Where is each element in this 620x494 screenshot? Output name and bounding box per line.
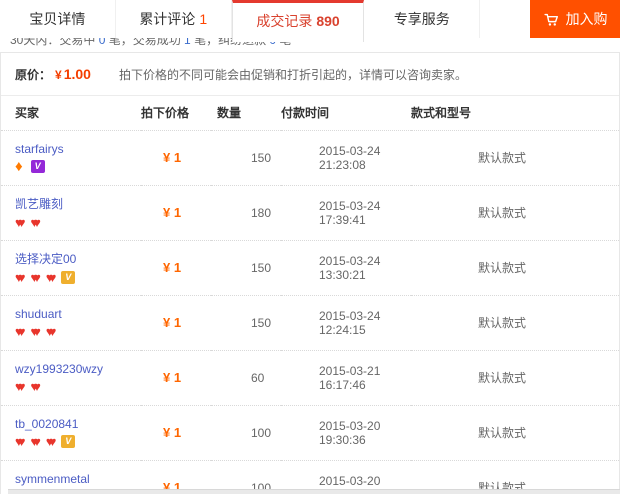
price-note: 拍下价格的不同可能会由促销和打折引起的，详情可以咨询卖家。 — [118, 68, 467, 82]
deal-quantity: 150 — [251, 260, 272, 275]
double-heart-icon: ♥♥ — [30, 323, 41, 339]
table-row: 选择决定00 ♥♥ ♥♥ ♥♥ V ¥ 1 150 2015-03-24 13:30:… — [1, 240, 619, 296]
tab-deal-records[interactable]: 成交记录 890 — [231, 0, 365, 42]
col-header-time: 付款时间 — [281, 96, 411, 131]
tab-label: 宝贝详情 — [29, 11, 86, 27]
table-row: wzy1993230wzy ♥♥ ♥♥ ¥ 1 60 2015-03-21 16:… — [1, 350, 619, 406]
deal-price: ¥ 1 — [163, 315, 182, 330]
double-heart-icon: ♥♥ — [15, 433, 26, 449]
sku-style: 默认款式 — [478, 261, 527, 275]
table-row: starfairys ♦ V ¥ 1 150 2015-03-24 21:23:0… — [1, 130, 619, 186]
double-heart-icon: ♥♥ — [45, 433, 57, 449]
table-row: tb_0020841 ♥♥ ♥♥ ♥♥ V ¥ 1 100 2015-03-20 19… — [1, 405, 619, 461]
payment-time: 2015-03-21 16:17:46 — [319, 363, 381, 392]
sku-style: 默认款式 — [478, 206, 527, 220]
buyer-link[interactable]: 凯艺雕刻 — [15, 195, 63, 212]
vip-gold-icon: V — [61, 434, 76, 448]
table-row: shuduart ♥♥ ♥♥ ♥♥ ¥ 1 150 2015-03-24 12:24… — [1, 295, 619, 351]
cart-icon — [543, 11, 560, 28]
buyer-link[interactable]: starfairys — [15, 142, 64, 156]
tab-label: 成交记录 — [256, 13, 313, 29]
currency-symbol: ¥ — [55, 68, 62, 82]
deal-records-panel: 原价： ¥1.00 拍下价格的不同可能会由促销和打折引起的，详情可以咨询卖家。 买家… — [0, 52, 620, 494]
original-price-row: 原价： ¥1.00 拍下价格的不同可能会由促销和打折引起的，详情可以咨询卖家。 — [1, 53, 619, 96]
table-row: 凯艺雕刻 ♥♥ ♥♥ ¥ 1 180 2015-03-24 17:39:41 默认… — [1, 185, 619, 241]
original-price-label: 原价： — [15, 68, 52, 82]
original-price-value: 1.00 — [63, 66, 91, 82]
col-header-price: 拍下价格 — [141, 96, 211, 131]
buyer-link[interactable]: symmenmetal — [15, 472, 90, 486]
bottom-edge-strip — [8, 489, 620, 494]
buyer-link[interactable]: tb_0020841 — [15, 417, 78, 431]
tab-count-badge: 890 — [316, 13, 340, 29]
diamond-icon: ♦ — [15, 157, 23, 175]
payment-time: 2015-03-24 13:30:21 — [319, 253, 381, 282]
tab-count-badge: 1 — [199, 11, 208, 27]
buyer-link[interactable]: 选择决定00 — [15, 250, 76, 267]
sku-style: 默认款式 — [478, 426, 527, 440]
buyer-credit-icons: ♥♥ ♥♥ ♥♥ — [15, 324, 141, 339]
buyer-credit-icons: ♥♥♥♥ — [15, 215, 141, 230]
double-heart-icon: ♥♥ — [30, 215, 41, 231]
sku-style: 默认款式 — [478, 371, 527, 385]
col-header-buyer: 买家 — [1, 96, 141, 131]
double-heart-icon: ♥♥ — [45, 323, 57, 339]
deal-records-page: 30天内：交易中 0 笔，交易成功 1 笔，纠纷退款 0 笔 宝贝详情 累计评论… — [0, 0, 620, 494]
double-heart-icon: ♥♥ — [15, 378, 26, 394]
buyer-credit-icons: ♥♥ ♥♥ ♥♥ V — [15, 434, 141, 449]
add-to-cart-label: 加入购 — [565, 11, 608, 27]
tab-exclusive-services[interactable]: 专享服务 — [364, 0, 481, 38]
tab-bar: 宝贝详情 累计评论 1 成交记录 890 专享服务 加入购 — [0, 0, 620, 42]
buyer-credit-icons: ♥♥♥♥ — [15, 379, 141, 394]
payment-time: 2015-03-24 12:24:15 — [319, 308, 381, 337]
table-header-row: 买家 拍下价格 数量 付款时间 款式和型号 — [1, 96, 619, 131]
sku-style: 默认款式 — [478, 151, 527, 165]
tab-label: 累计评论 — [139, 11, 196, 27]
tab-item-detail[interactable]: 宝贝详情 — [0, 0, 116, 38]
double-heart-icon: ♥♥ — [45, 270, 57, 286]
sku-style: 默认款式 — [478, 316, 527, 330]
vip-purple-icon: V — [30, 159, 45, 173]
deal-records-table: 买家 拍下价格 数量 付款时间 款式和型号 starfairys ♦ V ¥ 1 … — [1, 96, 619, 494]
deal-quantity: 60 — [251, 370, 265, 385]
deal-price: ¥ 1 — [163, 260, 182, 275]
deal-price: ¥ 1 — [163, 370, 182, 385]
buyer-link[interactable]: wzy1993230wzy — [15, 362, 103, 376]
tab-label: 专享服务 — [393, 11, 450, 27]
deal-price: ¥ 1 — [163, 150, 182, 165]
double-heart-icon: ♥♥ — [30, 433, 41, 449]
tab-comments[interactable]: 累计评论 1 — [115, 0, 232, 38]
buyer-credit-icons: ♥♥ ♥♥ ♥♥ V — [15, 270, 141, 285]
buyer-link[interactable]: shuduart — [15, 307, 62, 321]
col-header-style: 款式和型号 — [411, 96, 619, 131]
buyer-credit-icons: ♦ V — [15, 159, 141, 174]
add-to-cart-button[interactable]: 加入购 — [530, 0, 620, 38]
tab-bar-spacer — [480, 0, 531, 38]
deal-quantity: 100 — [251, 425, 272, 440]
deal-quantity: 150 — [251, 150, 272, 165]
double-heart-icon: ♥♥ — [15, 215, 26, 231]
deal-price: ¥ 1 — [163, 425, 182, 440]
payment-time: 2015-03-24 17:39:41 — [319, 198, 381, 227]
vip-gold-icon: V — [61, 271, 76, 285]
col-header-qty: 数量 — [211, 96, 281, 131]
double-heart-icon: ♥♥ — [15, 270, 26, 286]
deal-quantity: 180 — [251, 205, 272, 220]
deal-quantity: 150 — [251, 315, 272, 330]
payment-time: 2015-03-20 19:30:36 — [319, 418, 381, 447]
payment-time: 2015-03-24 21:23:08 — [319, 143, 381, 172]
deal-table-body: starfairys ♦ V ¥ 1 150 2015-03-24 21:23:0… — [1, 130, 619, 494]
double-heart-icon: ♥♥ — [30, 378, 41, 394]
double-heart-icon: ♥♥ — [15, 323, 26, 339]
double-heart-icon: ♥♥ — [30, 270, 41, 286]
deal-price: ¥ 1 — [163, 205, 182, 220]
